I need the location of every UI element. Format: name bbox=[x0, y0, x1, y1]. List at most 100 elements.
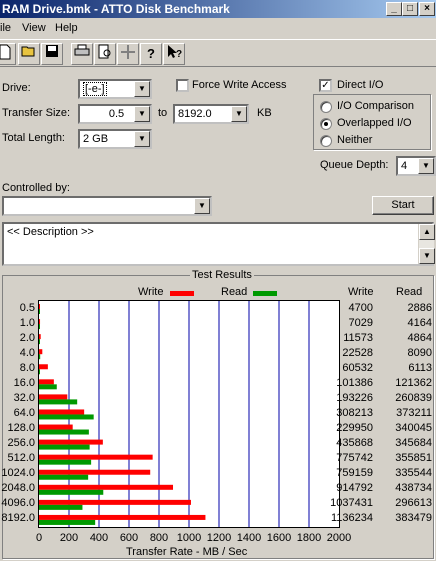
chevron-down-icon[interactable]: ▼ bbox=[134, 131, 150, 147]
move-icon[interactable] bbox=[117, 43, 139, 65]
y-tick-label: 1024.0 bbox=[1, 467, 35, 480]
read-bar bbox=[39, 459, 92, 465]
read-bar bbox=[39, 384, 57, 390]
direct-io-label: Direct I/O bbox=[337, 79, 384, 91]
menu-view[interactable]: View bbox=[22, 18, 46, 38]
chevron-down-icon[interactable]: ▼ bbox=[134, 106, 150, 122]
y-tick-label: 2048.0 bbox=[1, 482, 35, 495]
y-tick-label: 64.0 bbox=[13, 407, 35, 419]
radio-neither[interactable] bbox=[320, 135, 332, 147]
write-value: 775742 bbox=[336, 452, 373, 465]
scroll-up-icon[interactable]: ▲ bbox=[419, 224, 435, 240]
read-value: 373211 bbox=[396, 407, 432, 419]
description-scrollbar[interactable]: ▲ ▼ bbox=[418, 224, 435, 264]
write-value: 60532 bbox=[342, 361, 373, 374]
scroll-down-icon[interactable]: ▼ bbox=[419, 248, 435, 264]
close-button[interactable]: × bbox=[419, 2, 435, 16]
chevron-down-icon[interactable]: ▼ bbox=[418, 158, 434, 174]
y-tick-label: 16.0 bbox=[13, 376, 35, 389]
chevron-down-icon[interactable]: ▼ bbox=[194, 198, 210, 214]
read-bar bbox=[39, 324, 40, 330]
chart-svg bbox=[39, 301, 310, 527]
io-comparison-label: I/O Comparison bbox=[337, 100, 415, 112]
read-bar bbox=[39, 474, 89, 480]
read-bar bbox=[39, 489, 104, 495]
write-bar bbox=[39, 394, 68, 400]
help-icon[interactable]: ? bbox=[140, 43, 162, 65]
write-bar bbox=[39, 499, 191, 505]
context-help-icon[interactable]: ? bbox=[163, 43, 185, 65]
minimize-button[interactable]: _ bbox=[386, 2, 402, 16]
radio-overlapped-io[interactable] bbox=[320, 118, 332, 130]
start-button[interactable]: Start bbox=[372, 196, 434, 215]
transfer-from-select[interactable]: 0.5 ▼ bbox=[78, 104, 152, 124]
read-value: 8090 bbox=[407, 346, 432, 359]
write-bar bbox=[39, 379, 54, 385]
y-tick-label: 32.0 bbox=[13, 391, 35, 404]
save-icon[interactable] bbox=[41, 43, 63, 65]
menu-help[interactable]: Help bbox=[55, 18, 78, 38]
total-length-select[interactable]: 2 GB ▼ bbox=[78, 129, 152, 149]
neither-label: Neither bbox=[337, 134, 373, 146]
svg-text:?: ? bbox=[176, 49, 182, 60]
chevron-down-icon[interactable]: ▼ bbox=[134, 81, 150, 97]
maximize-button[interactable]: □ bbox=[402, 2, 418, 16]
controlled-by-select[interactable]: ▼ bbox=[2, 196, 212, 216]
start-label: Start bbox=[391, 199, 415, 211]
write-bar bbox=[39, 409, 85, 415]
total-length-value: 2 GB bbox=[83, 133, 109, 145]
write-value: 308213 bbox=[336, 407, 373, 419]
total-length-label: Total Length: bbox=[2, 132, 65, 144]
direct-io-checkbox[interactable]: ✓ bbox=[319, 79, 332, 92]
queue-depth-label: Queue Depth: bbox=[320, 159, 389, 171]
drive-label: Drive: bbox=[2, 82, 31, 94]
open-icon[interactable] bbox=[18, 43, 40, 65]
write-value: 435868 bbox=[336, 437, 373, 450]
read-bar bbox=[39, 429, 89, 435]
write-value: 193226 bbox=[336, 391, 373, 404]
window-title: RAM Drive.bmk - ATTO Disk Benchmark bbox=[2, 2, 230, 16]
y-tick-label: 8.0 bbox=[19, 361, 35, 374]
legend-read-swatch bbox=[253, 291, 277, 296]
drive-select[interactable]: [-e-] ▼ bbox=[78, 79, 152, 99]
read-value: 4164 bbox=[407, 316, 432, 329]
menu-bar: ile View Help bbox=[0, 18, 436, 38]
force-write-checkbox[interactable] bbox=[176, 79, 189, 92]
y-tick-label: 512.0 bbox=[7, 452, 35, 465]
write-bar bbox=[39, 319, 41, 325]
new-icon[interactable] bbox=[0, 43, 16, 65]
write-value: 759159 bbox=[336, 467, 373, 480]
description-text: << Description >> bbox=[7, 226, 94, 238]
read-value: 6113 bbox=[408, 361, 432, 374]
read-value: 335544 bbox=[395, 467, 432, 480]
chevron-down-icon[interactable]: ▼ bbox=[231, 106, 247, 122]
read-value: 4864 bbox=[407, 331, 432, 344]
write-bar bbox=[39, 304, 40, 309]
y-tick-label: 4.0 bbox=[19, 346, 35, 359]
force-write-label: Force Write Access bbox=[192, 79, 287, 91]
queue-depth-select[interactable]: 4 ▼ bbox=[396, 156, 436, 176]
write-bar bbox=[39, 514, 206, 520]
write-value: 1136234 bbox=[330, 512, 373, 525]
col-read-header: Read bbox=[396, 286, 423, 298]
legend-write-label: Write bbox=[138, 286, 164, 298]
controlled-by-label: Controlled by: bbox=[2, 182, 70, 194]
read-value: 355851 bbox=[395, 452, 432, 465]
write-bar bbox=[39, 424, 73, 430]
description-textarea[interactable]: << Description >> bbox=[2, 222, 434, 266]
write-bar bbox=[39, 439, 103, 445]
read-value: 345684 bbox=[395, 437, 432, 450]
transfer-to-select[interactable]: 8192.0 ▼ bbox=[173, 104, 249, 124]
write-value: 7029 bbox=[348, 316, 373, 329]
x-axis-title: Transfer Rate - MB / Sec bbox=[126, 546, 248, 558]
print-icon[interactable] bbox=[71, 43, 93, 65]
print-preview-icon[interactable] bbox=[94, 43, 116, 65]
menu-file[interactable]: ile bbox=[0, 18, 11, 38]
read-bar bbox=[39, 354, 41, 360]
chart-plot-area bbox=[38, 300, 340, 528]
read-bar bbox=[39, 414, 94, 420]
write-value: 1037431 bbox=[330, 497, 373, 510]
overlapped-io-label: Overlapped I/O bbox=[337, 117, 412, 129]
y-tick-label: 1.0 bbox=[19, 316, 35, 329]
radio-io-comparison[interactable] bbox=[320, 101, 332, 113]
